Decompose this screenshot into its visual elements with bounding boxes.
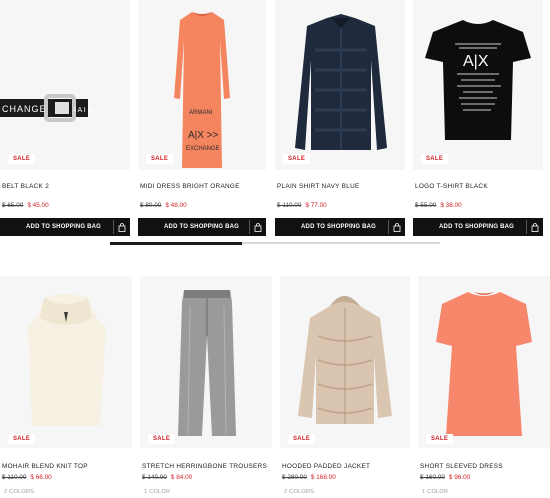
belt-image: CHANGE I A I D (0, 94, 93, 122)
navy-shirt-image (295, 14, 387, 150)
belt-buckle-text: CHANGE (2, 104, 47, 114)
add-to-bag-button[interactable]: ADD TO SHOPPING BAG (0, 218, 130, 236)
product-price: $ 55.00 $ 38.00 (415, 202, 462, 209)
product-price: $ 110.00 $ 77.00 (277, 202, 327, 209)
product-name[interactable]: PLAIN SHIRT NAVY BLUE (277, 183, 360, 190)
tshirt-logo: A|X (463, 53, 489, 70)
product-name[interactable]: STRETCH HERRINGBONE TROUSERS (142, 463, 267, 470)
midi-dress-image: ARMANI A|X >> EXCHANGE (174, 12, 230, 168)
shopping-bag-icon (527, 218, 543, 236)
product-card[interactable]: SALE MOHAIR BLEND KNIT TOP $ 110.00 $ 66.… (0, 276, 132, 498)
sale-badge: SALE (8, 154, 36, 164)
carousel-scroll-thumb[interactable] (110, 241, 242, 245)
sale-price: $ 84.00 (170, 474, 193, 481)
product-card[interactable]: SALE SHORT SLEEVED DRESS $ 160.00 $ 96.00… (418, 276, 550, 498)
original-price: $ 65.00 (2, 202, 24, 209)
sale-badge: SALE (421, 154, 449, 164)
shopping-bag-icon (114, 218, 130, 236)
carousel-scrollbar[interactable] (110, 241, 440, 245)
product-price: $ 65.00 $ 45.00 (2, 202, 49, 209)
sale-badge: SALE (288, 434, 316, 444)
product-image[interactable]: CHANGE I A I D SALE (0, 0, 130, 170)
product-image[interactable]: SALE (275, 0, 405, 170)
original-price: $ 80.00 (140, 202, 162, 209)
product-name[interactable]: SHORT SLEEVED DRESS (420, 463, 503, 470)
padded-jacket-image (298, 296, 392, 424)
product-price: $ 80.00 $ 48.00 (140, 202, 187, 209)
product-image[interactable]: A|X SALE (413, 0, 543, 170)
logo-tshirt-image: A|X (425, 20, 531, 140)
product-image[interactable]: SALE (418, 276, 550, 448)
mohair-top-image (28, 294, 106, 426)
color-count: 2 COLORS (4, 489, 35, 495)
sale-price: $ 45.00 (27, 202, 49, 209)
product-image[interactable]: ARMANI A|X >> EXCHANGE SALE (138, 0, 266, 170)
product-name[interactable]: HOODED PADDED JACKET (282, 463, 370, 470)
add-to-bag-label: ADD TO SHOPPING BAG (26, 224, 102, 230)
product-name[interactable]: LOGO T-SHIRT BLACK (415, 183, 488, 190)
add-to-bag-label: ADD TO SHOPPING BAG (439, 224, 515, 230)
sale-badge: SALE (8, 434, 36, 444)
sale-price: $ 168.00 (310, 474, 336, 481)
product-image[interactable]: SALE (280, 276, 410, 448)
dress-print-line: ARMANI (189, 110, 213, 116)
product-card[interactable]: A|X SALE LOGO T-SHIRT BLACK $ 55.00 $ 38.… (413, 0, 543, 236)
original-price: $ 55.00 (415, 202, 437, 209)
sale-price: $ 48.00 (165, 202, 187, 209)
product-card[interactable]: CHANGE I A I D SALE BELT BLACK 2 $ 65.00… (0, 0, 130, 236)
original-price: $ 280.00 (282, 474, 307, 481)
original-price: $ 110.00 (277, 202, 302, 209)
color-count: 1 COLOR (422, 489, 449, 495)
sale-badge: SALE (283, 154, 311, 164)
product-name[interactable]: BELT BLACK 2 (2, 183, 49, 190)
original-price: $ 160.00 (420, 474, 445, 481)
product-name[interactable]: MIDI DRESS BRIGHT ORANGE (140, 183, 240, 190)
sale-badge: SALE (426, 434, 454, 444)
add-to-bag-label: ADD TO SHOPPING BAG (301, 224, 377, 230)
add-to-bag-button[interactable]: ADD TO SHOPPING BAG (138, 218, 266, 236)
color-count: 1 COLOR (144, 489, 171, 495)
product-card[interactable]: SALE STRETCH HERRINGBONE TROUSERS $ 140.… (140, 276, 272, 498)
color-count: 2 COLORS (284, 489, 315, 495)
belt-strap-text: I A I D (74, 107, 93, 114)
add-to-bag-button[interactable]: ADD TO SHOPPING BAG (413, 218, 543, 236)
add-to-bag-button[interactable]: ADD TO SHOPPING BAG (275, 218, 405, 236)
product-card[interactable]: SALE HOODED PADDED JACKET $ 280.00 $ 168.… (280, 276, 410, 498)
product-price: $ 160.00 $ 96.00 (420, 474, 470, 481)
product-row-1: CHANGE I A I D SALE BELT BLACK 2 $ 65.00… (0, 0, 550, 236)
short-sleeved-dress-image (436, 292, 532, 436)
product-image[interactable]: SALE (140, 276, 272, 448)
sale-price: $ 38.00 (440, 202, 462, 209)
dress-print-line: EXCHANGE (186, 146, 220, 152)
add-to-bag-label: ADD TO SHOPPING BAG (164, 224, 240, 230)
sale-badge: SALE (148, 434, 176, 444)
product-price: $ 140.00 $ 84.00 (142, 474, 192, 481)
original-price: $ 110.00 (2, 474, 27, 481)
shopping-bag-icon (389, 218, 405, 236)
product-price: $ 110.00 $ 66.00 (2, 474, 52, 481)
original-price: $ 140.00 (142, 474, 167, 481)
product-row-2: SALE MOHAIR BLEND KNIT TOP $ 110.00 $ 66.… (0, 276, 550, 498)
sale-price: $ 66.00 (30, 474, 52, 481)
sale-badge: SALE (146, 154, 174, 164)
trousers-image (178, 290, 236, 436)
product-card[interactable]: ARMANI A|X >> EXCHANGE SALE MIDI DRESS B… (138, 0, 266, 236)
shopping-bag-icon (250, 218, 266, 236)
product-image[interactable]: SALE (0, 276, 132, 448)
product-price: $ 280.00 $ 168.00 (282, 474, 336, 481)
product-name[interactable]: MOHAIR BLEND KNIT TOP (2, 463, 88, 470)
sale-price: $ 77.00 (305, 202, 327, 209)
dress-print-line: A|X >> (188, 130, 219, 141)
sale-price: $ 96.00 (448, 474, 471, 481)
product-card[interactable]: SALE PLAIN SHIRT NAVY BLUE $ 110.00 $ 77.… (275, 0, 405, 236)
